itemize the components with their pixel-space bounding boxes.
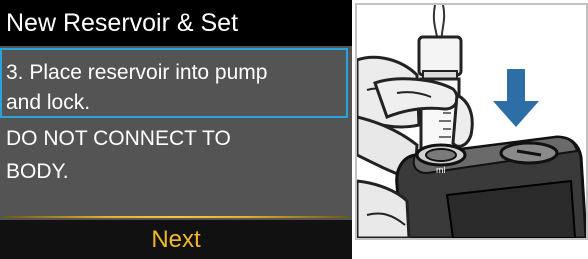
- pump-screen: New Reservoir & Set 3. Place reservoir i…: [0, 0, 352, 259]
- reservoir-insertion-image: ml: [357, 5, 586, 238]
- warning-line-2: BODY.: [6, 160, 69, 183]
- screen-title: New Reservoir & Set: [6, 9, 239, 37]
- svg-text:ml: ml: [436, 165, 446, 175]
- title-bar: New Reservoir & Set: [0, 0, 352, 46]
- next-button-label: Next: [151, 226, 201, 253]
- next-button[interactable]: Next: [0, 220, 352, 259]
- step-instruction-line-2: and lock.: [6, 91, 91, 114]
- down-arrow-icon: [493, 69, 539, 127]
- step-instruction-line-1: 3. Place reservoir into pump: [6, 61, 268, 84]
- reservoir-illustration: ml: [355, 3, 588, 240]
- warning-line-1: DO NOT CONNECT TO: [6, 127, 231, 150]
- button-divider: [4, 216, 348, 218]
